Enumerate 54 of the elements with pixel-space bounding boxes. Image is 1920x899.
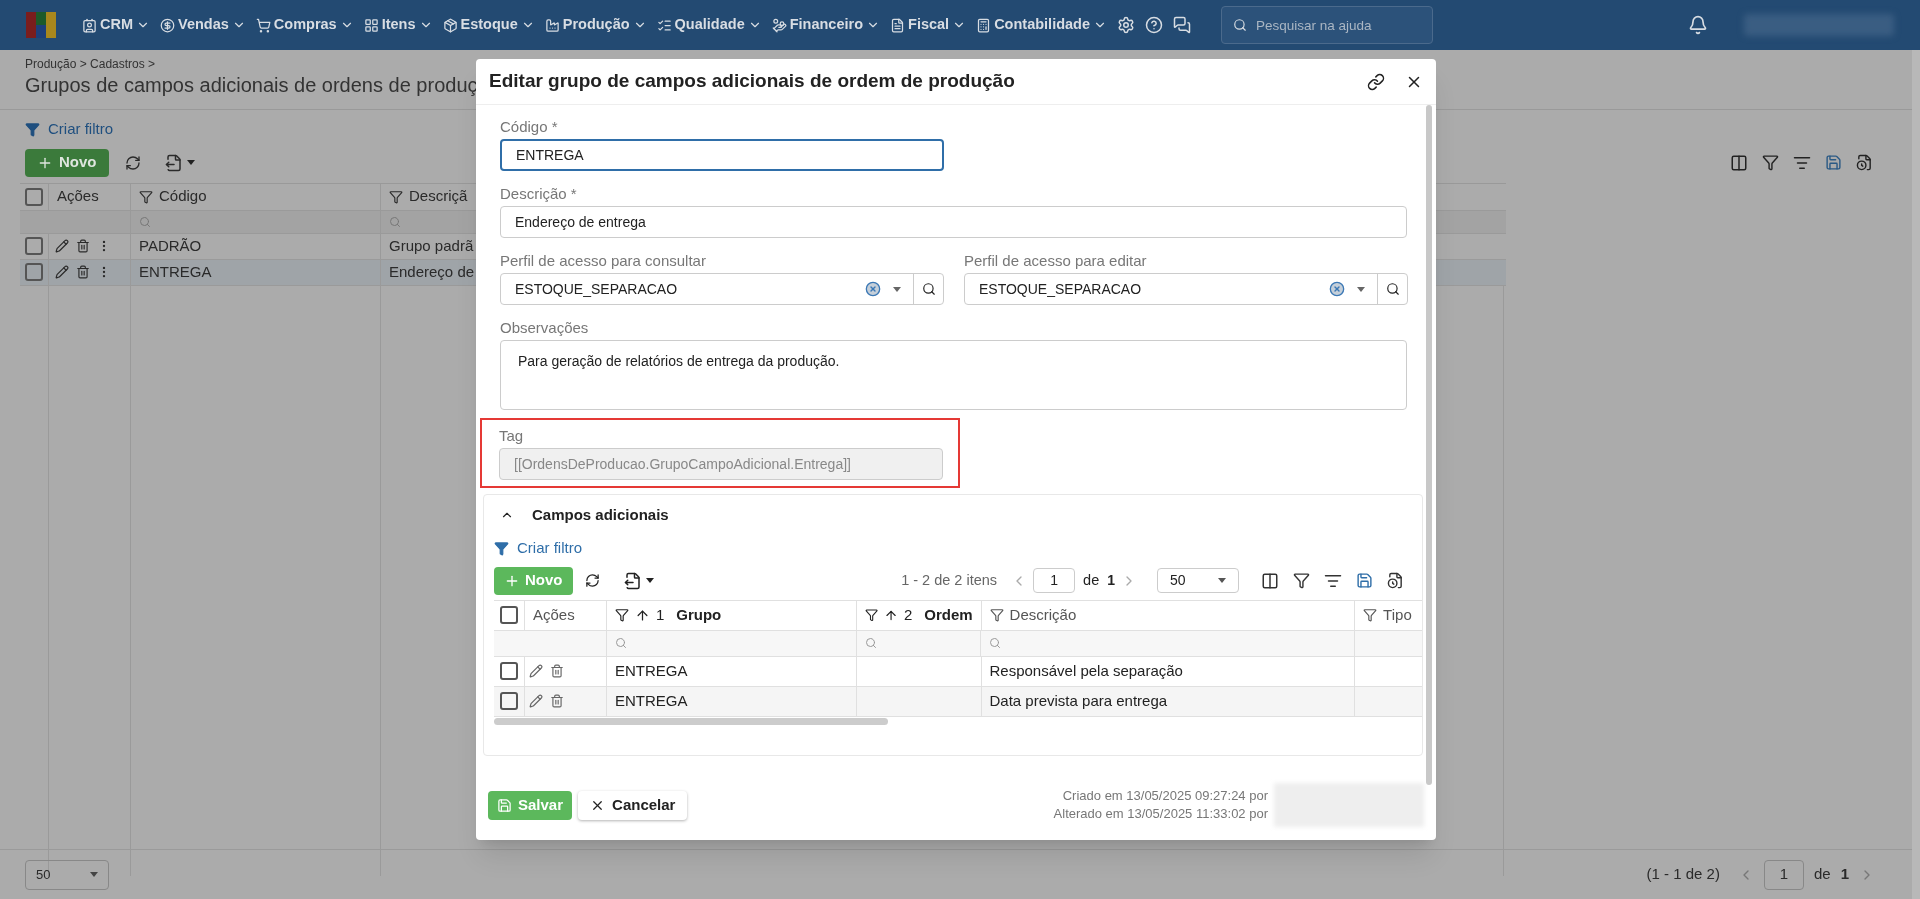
nav-menu[interactable]: Financeiro [771,14,881,36]
section-header[interactable]: Campos adicionais [494,503,669,527]
of-label: de [1083,570,1100,590]
nav-menu[interactable]: CRM [82,14,151,36]
table-cell: ENTREGA [605,656,856,686]
created-info: Criado em 13/05/2025 09:27:24 por [1061,787,1268,805]
field-label: Código * [500,117,559,137]
create-filter-link[interactable]: Criar filtro [25,118,113,141]
profile-select[interactable]: ESTOQUE_SEPARACAO [964,273,1408,305]
nav-menu[interactable]: Qualidade [656,14,762,36]
column-header[interactable]: Código [130,183,380,210]
table-cell: ENTREGA [605,686,856,716]
nav-menu[interactable]: Itens [363,14,433,36]
text-field[interactable]: ENTREGA [500,139,944,171]
page-size-select[interactable]: 50 [1157,568,1239,593]
field-label: Descrição * [500,184,578,204]
nav-menu[interactable]: Estoque [442,14,535,36]
range-text: 1 - 2 de 2 itens [901,570,998,590]
nav-menu[interactable]: Compras [255,14,354,36]
profile-select[interactable]: ESTOQUE_SEPARACAO [500,273,944,305]
total-pages: 1 [1840,864,1849,885]
breadcrumb: Produção > Cadastros > [25,56,157,73]
field-label: Observações [500,318,590,338]
dialog-title: Editar grupo de campos adicionais de ordem de produção [489,69,1015,94]
nav-menu[interactable]: Vendas [160,14,246,36]
cancel-button[interactable]: Cancelar [578,790,688,820]
altered-info: Alterado em 13/05/2025 11:33:02 por [1053,805,1268,823]
table-cell: PADRÃO [130,233,380,259]
new-button[interactable]: Novo [25,148,109,177]
table-cell: Responsável pela separação [980,656,1355,686]
table-cell: Data prevista para entrega [980,686,1355,716]
table-cell: ENTREGA [130,259,380,285]
create-filter-link[interactable]: Criar filtro [494,537,582,560]
nav-menu[interactable]: Contabilidade [976,14,1107,36]
range-text: (1 - 1 de 2) [1646,864,1720,885]
nav-menu[interactable]: Fiscal [890,14,967,36]
page-size-select[interactable]: 50 [25,859,109,890]
text-field[interactable]: Endereço de entrega [500,206,1407,238]
nav-menu[interactable]: Produção [544,14,647,36]
page-title: Grupos de campos adicionais de ordens de produç [25,73,478,97]
of-label: de [1813,864,1831,885]
page-field[interactable]: 1 [1763,859,1804,890]
column-header[interactable]: Descrição [980,600,1355,630]
notes-field[interactable]: Para geração de relatórios de entrega da produção. [500,340,1407,410]
column-header: Ações [523,600,606,630]
column-header[interactable]: 1 Grupo [605,600,856,630]
column-header[interactable]: 2 Ordem [855,600,981,630]
tag-field: [[OrdensDeProducao.GrupoCampoAdicional.Entrega]] [499,448,943,480]
total-pages: 1 [1107,571,1115,590]
column-header: Ações [48,183,130,210]
field-label: Tag [499,426,525,446]
column-header[interactable]: Tipo [1354,600,1422,630]
search-field[interactable]: Pesquisar na ajuda [1221,6,1433,44]
page-field[interactable]: 1 [1033,568,1076,593]
